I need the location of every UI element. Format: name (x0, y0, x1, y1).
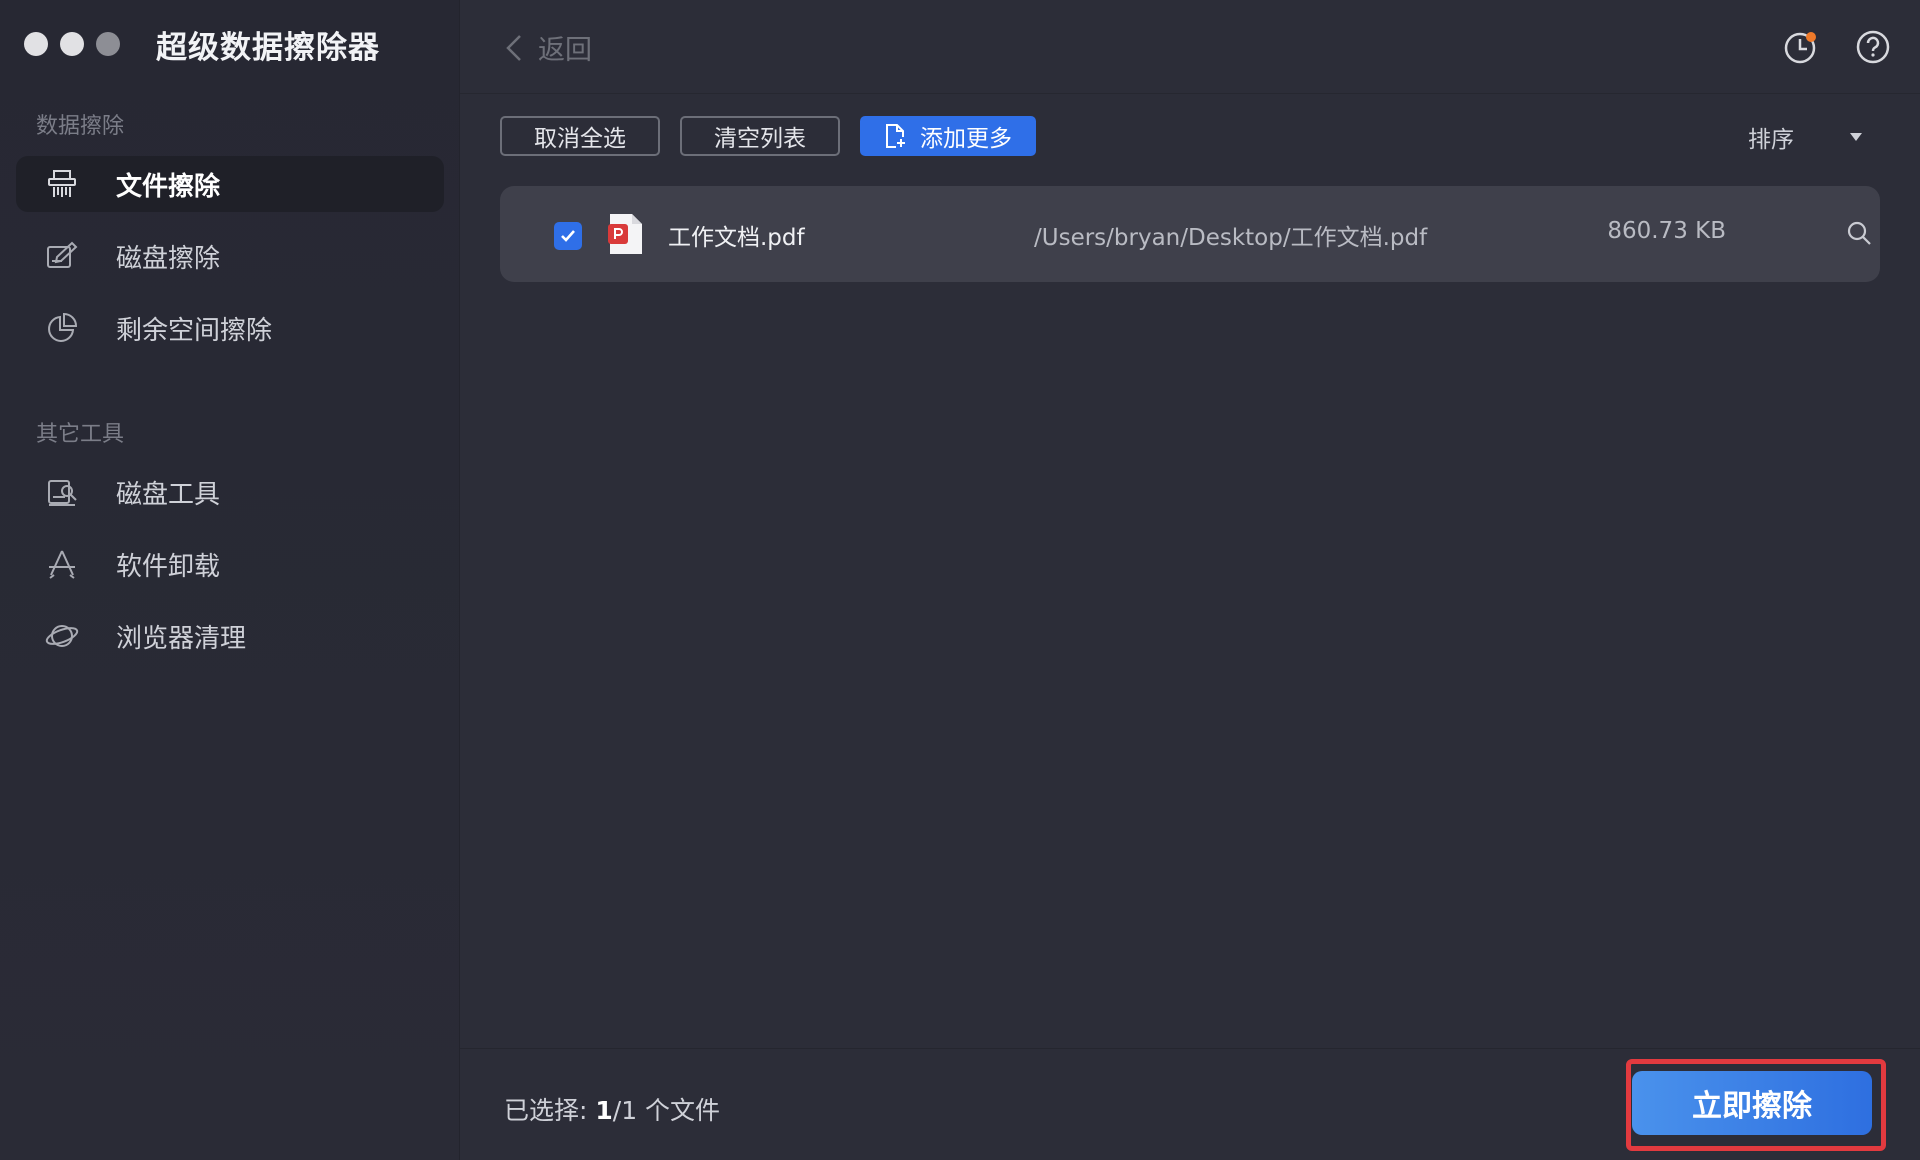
status-prefix: 已选择: (504, 1096, 596, 1125)
sidebar-item-disk-erase[interactable]: 磁盘擦除 (16, 228, 444, 284)
section-data-erase: 数据擦除 (36, 114, 125, 139)
zoom-window-button[interactable] (96, 32, 120, 56)
minimize-window-button[interactable] (60, 32, 84, 56)
add-more-label: 添加更多 (920, 126, 1012, 152)
help-icon[interactable] (1854, 28, 1892, 66)
status-suffix: /1 个文件 (612, 1096, 721, 1125)
history-icon[interactable] (1782, 28, 1820, 66)
sidebar: 超级数据擦除器 数据擦除 文件擦除 磁盘擦除 剩余空间擦除 其它工具 磁盘工具 … (0, 0, 460, 1160)
erase-now-button[interactable]: 立即擦除 (1632, 1071, 1872, 1135)
planet-icon (44, 618, 80, 654)
sidebar-item-label: 剩余空间擦除 (116, 315, 273, 346)
checkmark-icon (561, 230, 575, 242)
footer-bar: 已选择: 1/1 个文件 立即擦除 (460, 1048, 1920, 1160)
deselect-all-button[interactable]: 取消全选 (500, 116, 660, 156)
window-controls (24, 32, 120, 56)
app-store-icon (44, 546, 80, 582)
app-title: 超级数据擦除器 (156, 30, 380, 66)
file-name: 工作文档.pdf (668, 225, 805, 251)
pie-chart-icon (44, 310, 80, 346)
sidebar-item-free-space-erase[interactable]: 剩余空间擦除 (16, 300, 444, 356)
sort-dropdown[interactable]: 排序 (1748, 120, 1862, 154)
status-count: 1 (595, 1096, 613, 1125)
sidebar-item-label: 浏览器清理 (116, 623, 247, 654)
section-other-tools: 其它工具 (36, 422, 125, 447)
close-window-button[interactable] (24, 32, 48, 56)
back-label: 返回 (538, 35, 592, 66)
sidebar-item-file-erase[interactable]: 文件擦除 (16, 156, 444, 212)
shredder-icon (44, 166, 80, 202)
back-button[interactable]: 返回 (500, 28, 592, 67)
clear-list-button[interactable]: 清空列表 (680, 116, 840, 156)
sidebar-item-label: 文件擦除 (116, 171, 221, 202)
main-panel: 返回 取消全选 清空列表 添加更多 排序 工作文档.pdf /Users/bry… (460, 0, 1920, 1160)
sidebar-item-uninstall[interactable]: 软件卸载 (16, 536, 444, 592)
sidebar-item-browser-clean[interactable]: 浏览器清理 (16, 608, 444, 664)
sidebar-item-disk-tools[interactable]: 磁盘工具 (16, 464, 444, 520)
add-file-icon (886, 124, 905, 148)
disk-tool-icon (44, 474, 80, 510)
app-window: 超级数据擦除器 数据擦除 文件擦除 磁盘擦除 剩余空间擦除 其它工具 磁盘工具 … (0, 0, 1920, 1160)
notification-dot (1806, 32, 1816, 42)
file-checkbox[interactable] (554, 222, 582, 250)
caret-down-icon (1850, 133, 1862, 141)
sidebar-item-label: 磁盘擦除 (116, 243, 221, 274)
sidebar-item-label: 软件卸载 (116, 551, 221, 582)
file-list-row[interactable]: 工作文档.pdf /Users/bryan/Desktop/工作文档.pdf 8… (500, 186, 1880, 282)
pdf-file-icon (608, 214, 642, 254)
file-path: /Users/bryan/Desktop/工作文档.pdf (1034, 225, 1428, 251)
sort-label: 排序 (1748, 127, 1794, 153)
selection-status: 已选择: 1/1 个文件 (504, 1091, 720, 1127)
disk-erase-icon (44, 238, 80, 274)
file-size: 860.73 KB (1607, 218, 1726, 244)
chevron-left-icon (506, 34, 521, 61)
top-bar: 返回 (460, 0, 1920, 94)
sidebar-item-label: 磁盘工具 (116, 479, 221, 510)
search-icon[interactable] (1846, 220, 1872, 246)
add-more-button[interactable]: 添加更多 (860, 116, 1036, 156)
